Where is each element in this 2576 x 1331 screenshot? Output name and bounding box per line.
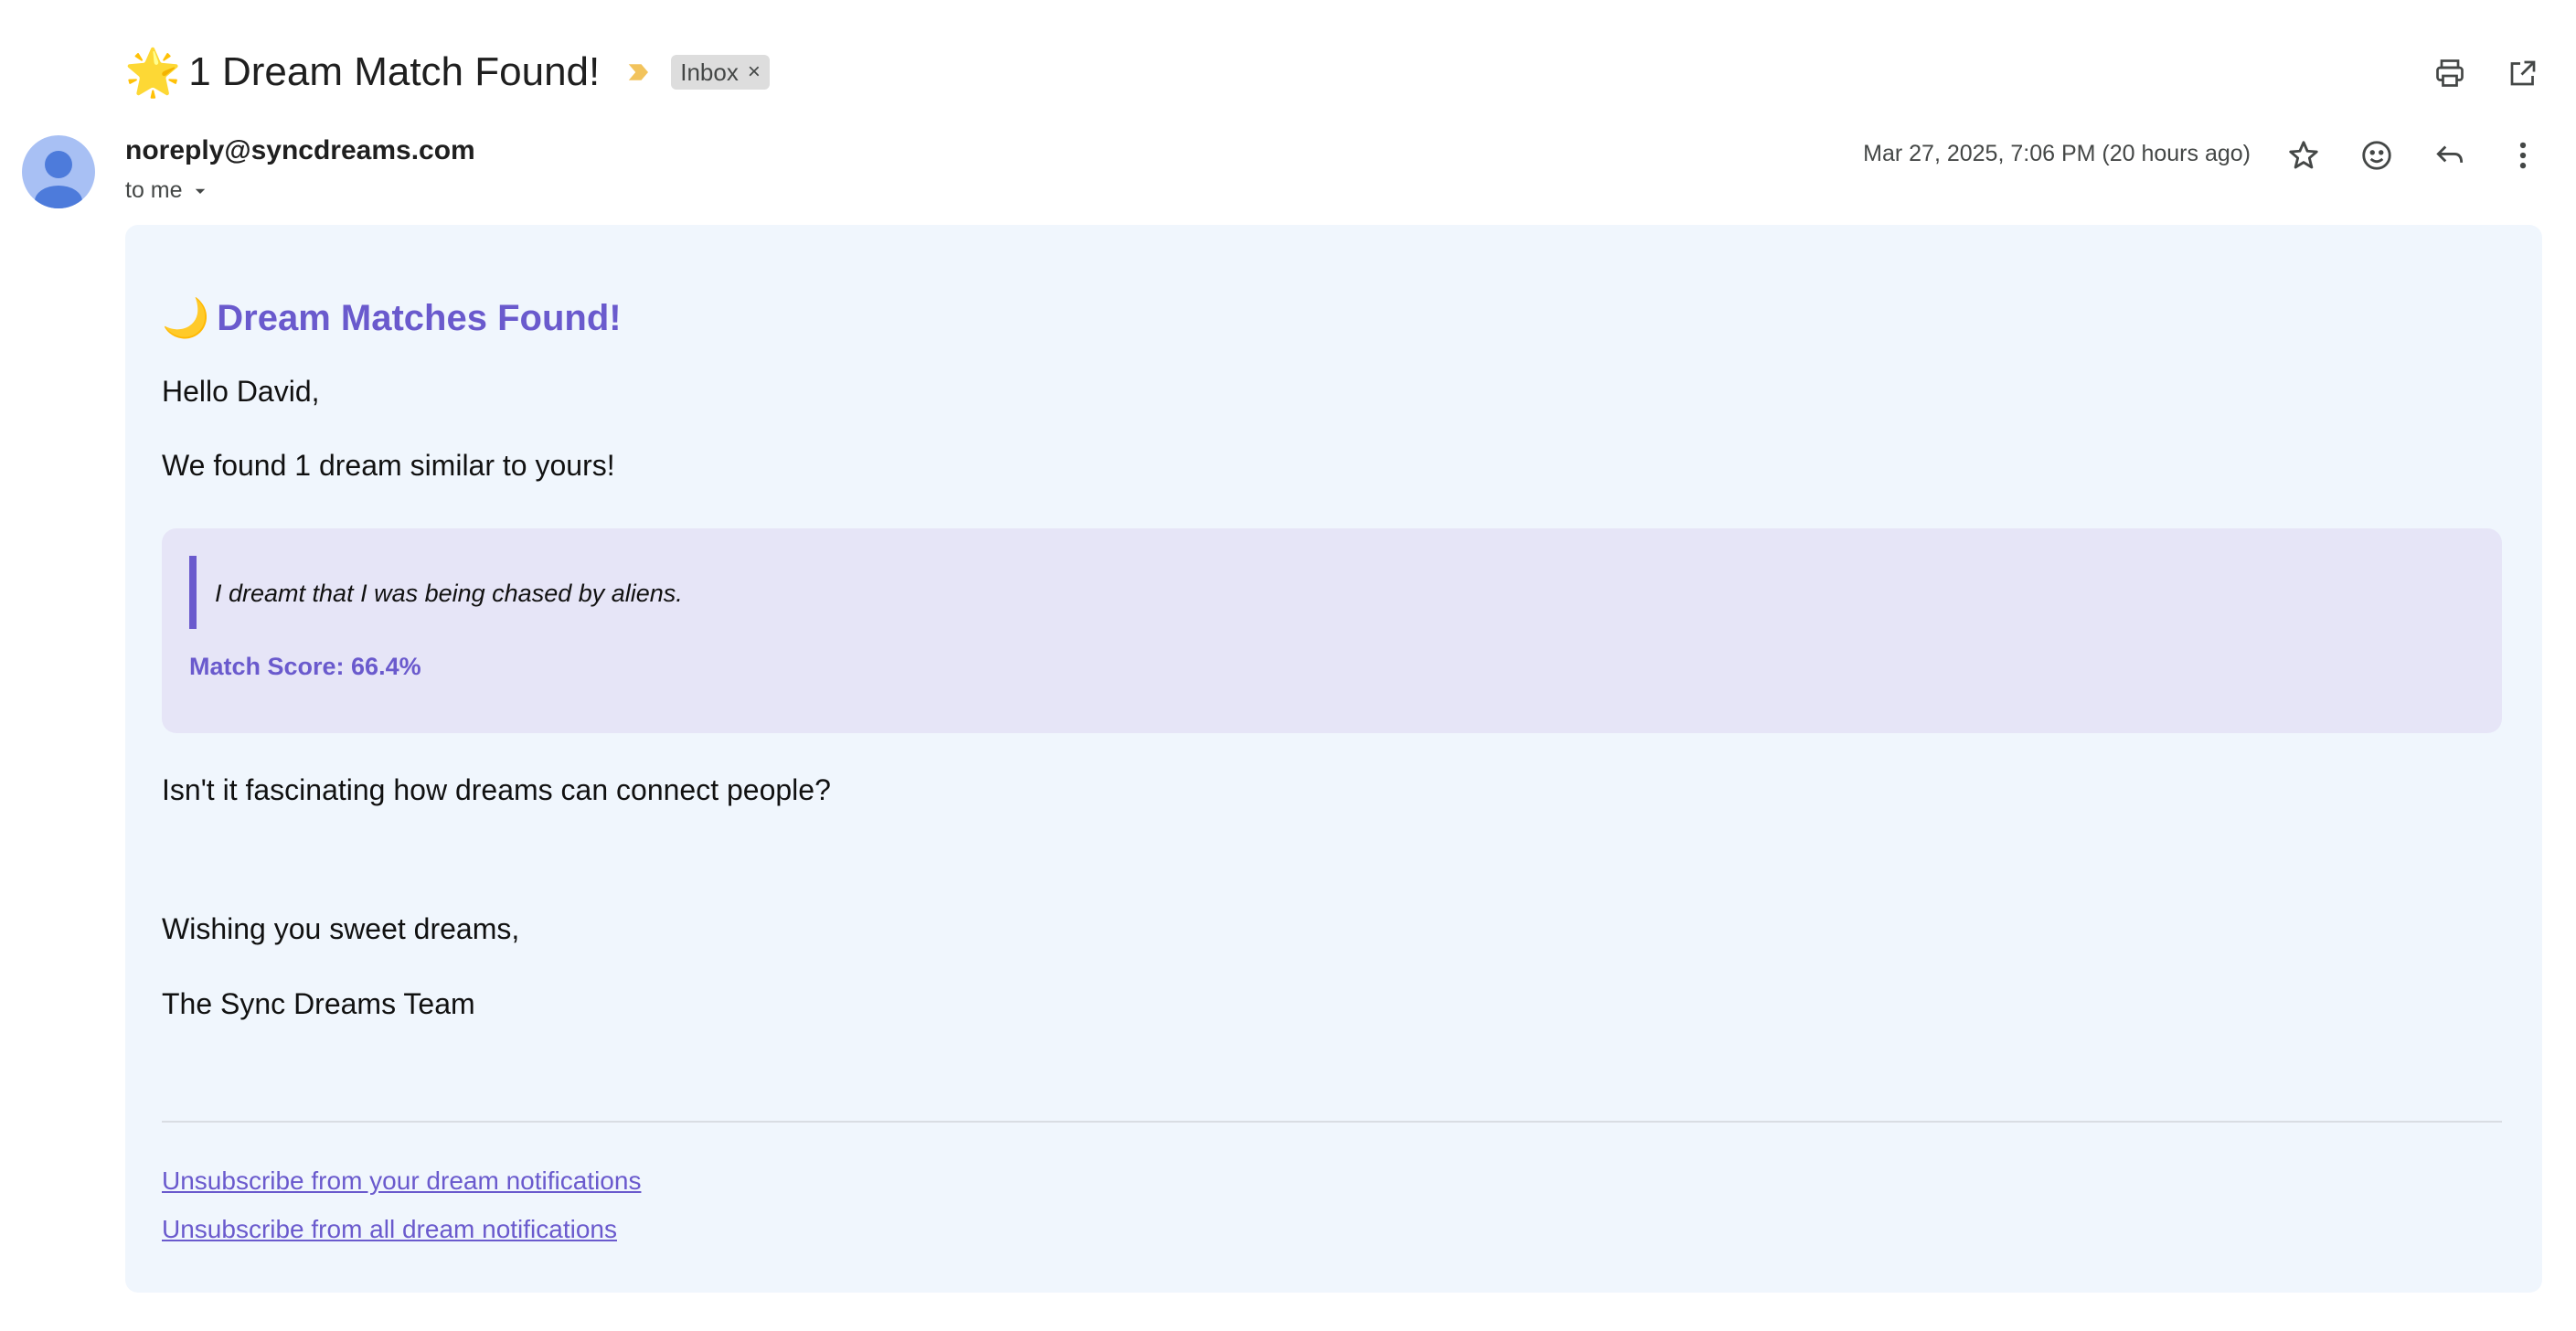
body-heading: 🌙 Dream Matches Found!: [162, 296, 622, 341]
message-actions: [2282, 133, 2545, 177]
recipient-details[interactable]: to me: [125, 177, 208, 204]
inbox-label-text: Inbox: [680, 58, 739, 86]
message-date: Mar 27, 2025, 7:06 PM (20 hours ago): [1863, 141, 2251, 166]
open-in-new-window-button[interactable]: [2501, 51, 2545, 95]
print-button[interactable]: [2428, 51, 2472, 95]
add-reaction-button[interactable]: [2355, 133, 2399, 177]
open-in-new-window-icon: [2510, 60, 2536, 86]
quote-bar: [189, 556, 197, 629]
signoff: Wishing you sweet dreams,: [162, 912, 520, 945]
body-heading-text: Dream Matches Found!: [217, 298, 622, 338]
subject-title: 1 Dream Match Found!: [188, 49, 601, 94]
reply-icon: [2436, 145, 2464, 163]
inbox-label-chip[interactable]: Inbox ×: [671, 55, 770, 90]
match-score: Match Score: 66.4%: [189, 653, 421, 680]
importance-marker-icon[interactable]: [625, 59, 653, 86]
star-emoji: 🌟: [124, 47, 182, 98]
thread-actions: [2428, 51, 2545, 95]
closing-question: Isn't it fascinating how dreams can conn…: [162, 773, 831, 806]
moon-emoji: 🌙: [162, 296, 210, 339]
reply-button[interactable]: [2428, 133, 2472, 177]
emoji-reaction-icon: [2362, 141, 2391, 170]
more-vert-icon: [2519, 142, 2527, 169]
unsubscribe-yours-link[interactable]: Unsubscribe from your dream notification…: [162, 1166, 641, 1196]
print-icon: [2436, 59, 2464, 87]
subject-row: 🌟 1 Dream Match Found! Inbox ×: [124, 42, 770, 102]
remove-label-icon[interactable]: ×: [748, 59, 761, 85]
chevron-down-icon: [195, 188, 205, 194]
dream-quote: I dreamt that I was being chased by alie…: [215, 580, 683, 607]
intro-text: We found 1 dream similar to yours!: [162, 449, 615, 482]
email-body-card: 🌙 Dream Matches Found! Hello David, We f…: [125, 225, 2542, 1293]
dream-match-box: I dreamt that I was being chased by alie…: [162, 528, 2502, 733]
greeting: Hello David,: [162, 375, 320, 408]
star-icon: [2289, 141, 2318, 169]
person-icon: [35, 151, 82, 208]
sender-email[interactable]: noreply@syncdreams.com: [125, 135, 475, 166]
more-options-button[interactable]: [2501, 133, 2545, 177]
footer-divider: [162, 1121, 2502, 1123]
star-button[interactable]: [2282, 133, 2326, 177]
recipient-text: to me: [125, 177, 183, 203]
avatar[interactable]: [22, 135, 95, 208]
signature: The Sync Dreams Team: [162, 987, 475, 1020]
unsubscribe-all-link[interactable]: Unsubscribe from all dream notifications: [162, 1215, 617, 1244]
